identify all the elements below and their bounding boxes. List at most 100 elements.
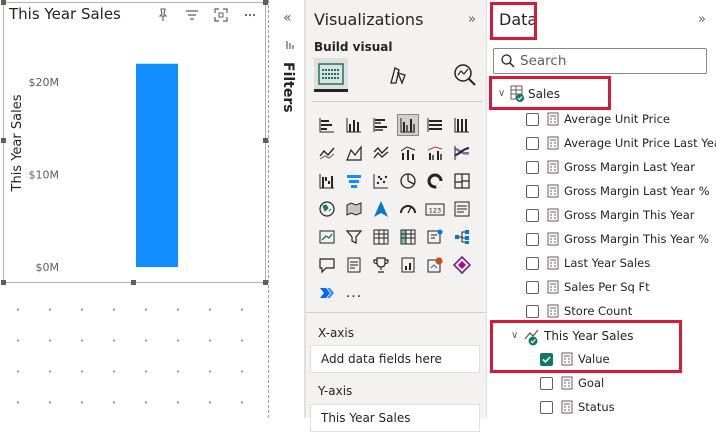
field-checkbox[interactable] bbox=[526, 233, 539, 246]
chart-bar[interactable] bbox=[136, 63, 178, 267]
100-stacked-bar-chart-icon[interactable] bbox=[424, 114, 446, 136]
filled-map-icon[interactable] bbox=[343, 198, 365, 220]
resize-handle[interactable] bbox=[1, 138, 6, 143]
resize-handle[interactable] bbox=[1, 0, 6, 5]
filters-pane[interactable]: « Filters bbox=[276, 0, 304, 418]
field-row[interactable]: Average Unit Price Last Year bbox=[487, 132, 716, 156]
field-checkbox[interactable] bbox=[540, 401, 553, 414]
pie-chart-icon[interactable] bbox=[397, 170, 419, 192]
field-name: Store Count bbox=[564, 304, 633, 318]
field-row[interactable]: Gross Margin Last Year % bbox=[487, 180, 716, 204]
kpi-child-row[interactable]: Goal bbox=[487, 372, 716, 396]
power-apps-icon[interactable] bbox=[451, 254, 473, 276]
stacked-area-chart-icon[interactable] bbox=[370, 142, 392, 164]
search-input[interactable]: Search bbox=[493, 48, 707, 74]
line-chart-icon[interactable] bbox=[316, 142, 338, 164]
field-name: Gross Margin This Year bbox=[564, 208, 695, 222]
field-row[interactable]: Last Year Sales bbox=[487, 252, 716, 276]
waterfall-chart-icon[interactable] bbox=[316, 170, 338, 192]
chart-plot: This Year Sales $0M $10M $20M bbox=[10, 63, 178, 274]
analytics-tab[interactable] bbox=[448, 58, 482, 92]
format-visual-tab[interactable] bbox=[380, 58, 414, 92]
y-tick-label: $10M bbox=[29, 169, 60, 182]
resize-handle[interactable] bbox=[1, 280, 6, 285]
r-script-visual-icon[interactable] bbox=[424, 226, 446, 248]
field-checkbox[interactable] bbox=[526, 209, 539, 222]
measure-icon bbox=[547, 136, 559, 150]
field-row[interactable]: Sales Per Sq Ft bbox=[487, 276, 716, 300]
svg-text:123: 123 bbox=[429, 207, 441, 215]
line-and-clustered-column-chart-icon[interactable] bbox=[424, 142, 446, 164]
chevron-down-icon[interactable]: ∨ bbox=[511, 330, 518, 341]
kpi-child-row[interactable]: Status bbox=[487, 396, 716, 420]
clustered-bar-chart-icon[interactable] bbox=[370, 114, 392, 136]
field-checkbox[interactable] bbox=[526, 281, 539, 294]
chevron-down-icon[interactable]: ∨ bbox=[498, 88, 505, 99]
power-automate-icon[interactable] bbox=[316, 282, 338, 304]
card-icon[interactable]: 123 bbox=[424, 198, 446, 220]
field-row[interactable]: Gross Margin Last Year bbox=[487, 156, 716, 180]
x-axis-drop-zone[interactable]: Add data fields here bbox=[310, 345, 480, 373]
area-chart-icon[interactable] bbox=[343, 142, 365, 164]
azure-map-icon[interactable] bbox=[370, 198, 392, 220]
field-checkbox[interactable] bbox=[526, 185, 539, 198]
y-axis-field-pill[interactable]: This Year Sales bbox=[310, 404, 480, 432]
field-checkbox[interactable] bbox=[526, 305, 539, 318]
field-row[interactable]: Gross Margin This Year bbox=[487, 204, 716, 228]
line-and-stacked-column-chart-icon[interactable] bbox=[397, 142, 419, 164]
key-influencers-icon[interactable] bbox=[370, 254, 392, 276]
field-checkbox[interactable] bbox=[526, 161, 539, 174]
matrix-icon[interactable] bbox=[397, 226, 419, 248]
build-visual-label: Build visual bbox=[314, 40, 393, 54]
map-icon[interactable] bbox=[316, 198, 338, 220]
table-icon[interactable] bbox=[370, 226, 392, 248]
ribbon-chart-icon[interactable] bbox=[451, 142, 473, 164]
expand-data-icon[interactable]: » bbox=[698, 12, 706, 27]
measure-icon bbox=[547, 112, 559, 126]
kpi-row-this-year-sales[interactable]: ∨ This Year Sales bbox=[487, 326, 716, 348]
divider bbox=[306, 312, 486, 313]
paginated-report-icon[interactable] bbox=[397, 254, 419, 276]
slicer-icon[interactable] bbox=[343, 226, 365, 248]
field-checkbox[interactable] bbox=[526, 113, 539, 126]
canvas-divider bbox=[268, 0, 269, 418]
gauge-icon[interactable] bbox=[397, 198, 419, 220]
bar-chart-visual[interactable]: This Year Sales This Year Sales $0M $10M $… bbox=[1, 0, 268, 285]
scatter-chart-icon[interactable] bbox=[370, 170, 392, 192]
kpi-child-row[interactable]: Value bbox=[487, 348, 716, 372]
qna-icon[interactable] bbox=[316, 254, 338, 276]
more-visuals-label: ... bbox=[345, 285, 363, 301]
kpi-icon[interactable] bbox=[316, 226, 338, 248]
field-checkbox[interactable] bbox=[526, 257, 539, 270]
field-row[interactable]: Average Unit Price bbox=[487, 108, 716, 132]
data-pane: Data » Search ∨ Sales Average Unit Price… bbox=[486, 0, 716, 418]
measure-icon bbox=[547, 304, 559, 318]
azure-maps-pin-icon[interactable] bbox=[424, 254, 446, 276]
multi-row-card-icon[interactable] bbox=[451, 198, 473, 220]
field-checkbox[interactable] bbox=[526, 137, 539, 150]
expand-visualizations-icon[interactable]: » bbox=[468, 12, 476, 27]
100-stacked-column-chart-icon[interactable] bbox=[451, 114, 473, 136]
treemap-icon[interactable] bbox=[451, 170, 473, 192]
field-checkbox[interactable] bbox=[540, 377, 553, 390]
table-row-sales[interactable]: ∨ Sales bbox=[487, 84, 716, 106]
measure-icon bbox=[561, 400, 573, 414]
decomposition-tree-icon[interactable] bbox=[451, 226, 473, 248]
y-axis-label: This Year Sales bbox=[10, 94, 25, 192]
smart-narrative-icon[interactable] bbox=[343, 254, 365, 276]
funnel-chart-icon[interactable] bbox=[343, 170, 365, 192]
filters-label[interactable]: Filters bbox=[280, 62, 296, 113]
more-visuals-button[interactable]: ... bbox=[343, 282, 365, 304]
build-visual-tab[interactable] bbox=[314, 58, 348, 92]
resize-handle[interactable] bbox=[131, 280, 136, 285]
field-name: Status bbox=[578, 400, 615, 414]
visual-mode-tabs bbox=[312, 58, 482, 98]
field-checkbox-checked[interactable] bbox=[540, 353, 553, 366]
donut-chart-icon[interactable] bbox=[424, 170, 446, 192]
stacked-bar-chart-icon[interactable] bbox=[316, 114, 338, 136]
clustered-column-chart-icon[interactable] bbox=[397, 114, 419, 136]
field-row[interactable]: Gross Margin This Year % bbox=[487, 228, 716, 252]
report-canvas[interactable]: This Year Sales This Year Sales $0M $10M $… bbox=[0, 0, 272, 418]
collapse-filters-icon[interactable]: « bbox=[283, 10, 292, 26]
stacked-column-chart-icon[interactable] bbox=[343, 114, 365, 136]
